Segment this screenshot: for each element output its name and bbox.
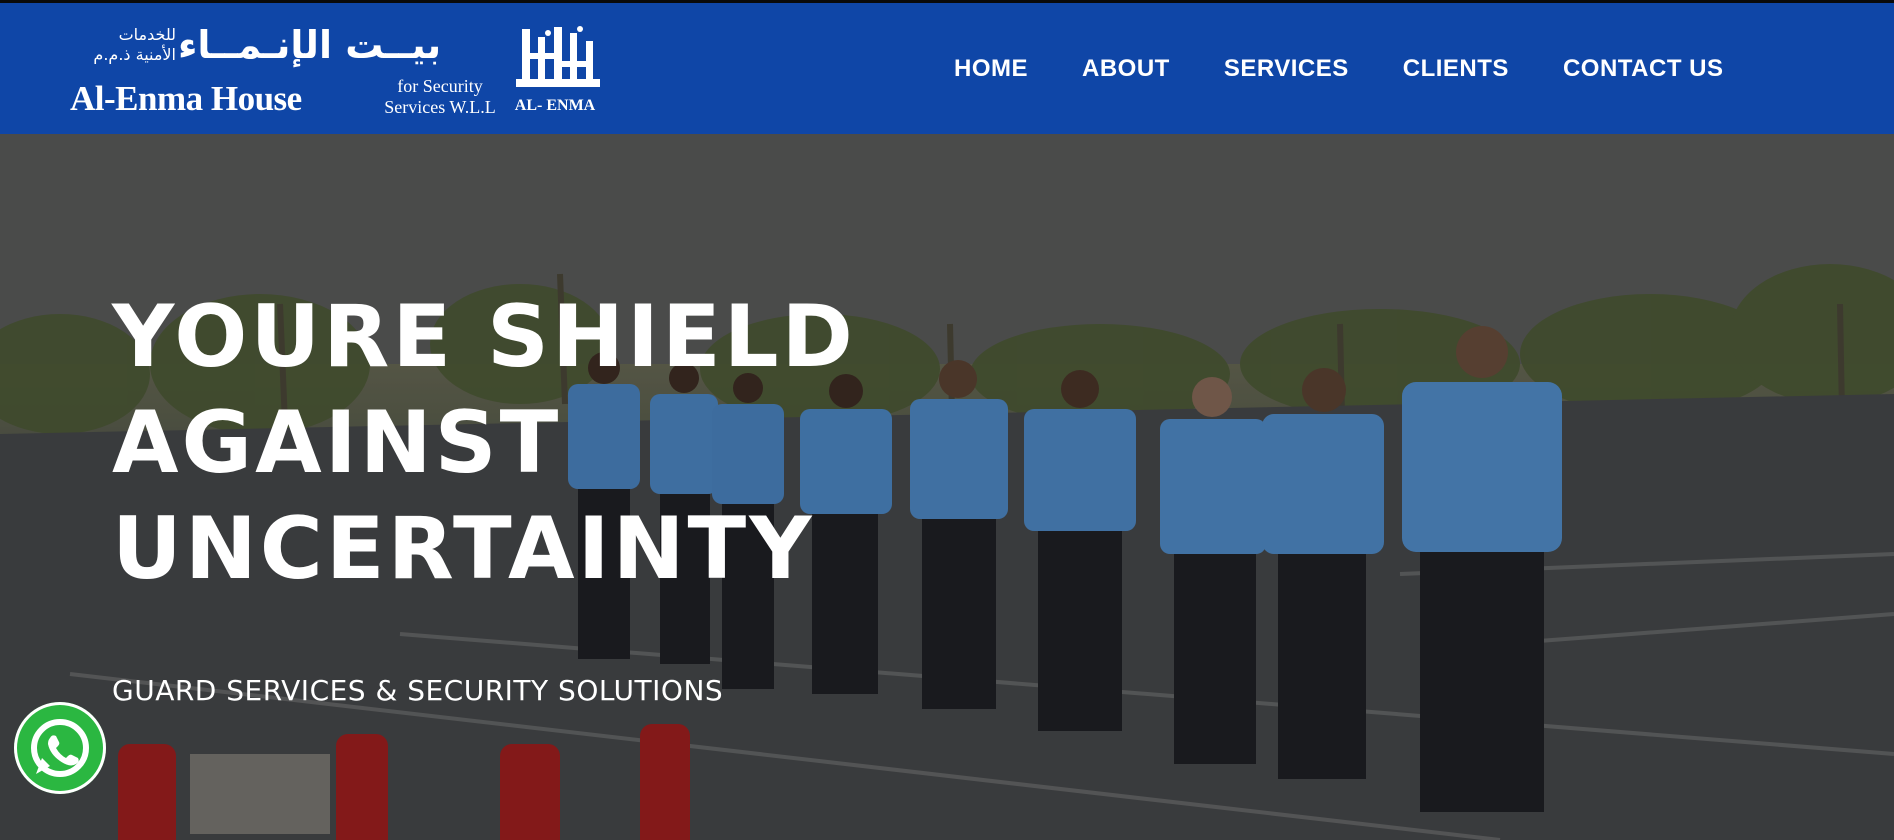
hero-title-line3: UNCERTAINTY (112, 499, 815, 599)
site-header: للخدمات الأمنية ذ.م.م بيــت الإنـمــاء A… (0, 0, 1894, 134)
hero-title: YOURE SHIELD AGAINST UNCERTAINTY (112, 284, 856, 602)
nav-home[interactable]: HOME (954, 55, 1028, 83)
logo-mark-caption: AL- ENMA (514, 97, 596, 114)
logo-subtitle-line2: Services W.L.L (384, 97, 496, 117)
logo-arabic-tagline: للخدمات الأمنية ذ.م.م (93, 25, 176, 64)
whatsapp-chat-button[interactable] (14, 702, 106, 794)
hero-subtitle: GUARD SERVICES & SECURITY SOLUTIONS (112, 674, 724, 707)
nav-about[interactable]: ABOUT (1082, 55, 1170, 83)
nav-contact-us[interactable]: CONTACT US (1563, 55, 1724, 83)
logo-subtitle-line1: for Security (397, 76, 483, 96)
hero-title-line1: YOURE SHIELD (112, 287, 856, 387)
nav-clients[interactable]: CLIENTS (1403, 55, 1509, 83)
nav-services[interactable]: SERVICES (1224, 55, 1349, 83)
whatsapp-icon (31, 719, 89, 777)
hero-section: YOURE SHIELD AGAINST UNCERTAINTY GUARD S… (0, 134, 1894, 840)
logo-english-name: Al-Enma House (70, 79, 302, 118)
main-nav: HOME ABOUT SERVICES CLIENTS CONTACT US (954, 55, 1723, 83)
brand-logo[interactable]: للخدمات الأمنية ذ.م.م بيــت الإنـمــاء A… (70, 21, 610, 121)
hero-title-line2: AGAINST (112, 393, 562, 493)
logo-subtitle: for Security Services W.L.L (380, 76, 500, 118)
logo-arabic-name: بيــت الإنـمــاء (178, 23, 442, 67)
